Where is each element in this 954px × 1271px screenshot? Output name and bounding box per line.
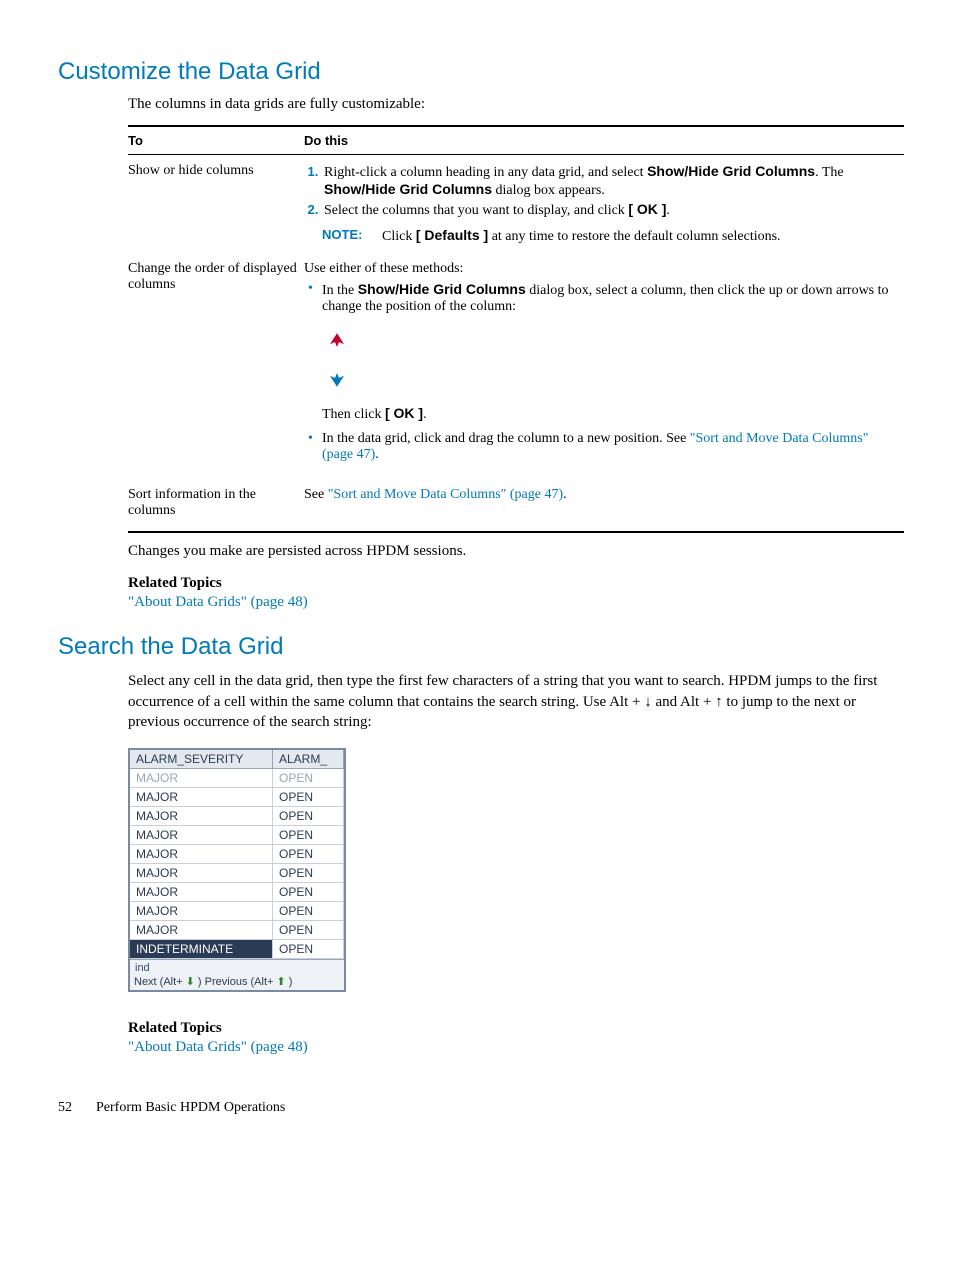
then-click: Then click [ OK ]. — [322, 405, 898, 423]
mini-cell-status: OPEN — [273, 883, 344, 902]
down-arrow-icon — [322, 365, 352, 395]
mini-cell-status: OPEN — [273, 940, 344, 959]
mini-cell-status: OPEN — [273, 769, 344, 788]
section-heading-customize: Customize the Data Grid — [58, 58, 904, 86]
customize-table: To Do this Show or hide columns Right-cl… — [128, 125, 904, 533]
mini-grid-row: INDETERMINATEOPEN — [130, 940, 344, 959]
lead-text: Use either of these methods: — [304, 261, 898, 277]
step-1: Right-click a column heading in any data… — [322, 163, 898, 199]
intro-text: The columns in data grids are fully cust… — [128, 96, 904, 113]
related-topics-heading: Related Topics — [128, 575, 904, 592]
td-to: Change the order of displayed columns — [128, 253, 304, 479]
section-heading-search: Search the Data Grid — [58, 633, 904, 661]
mini-cell-severity: INDETERMINATE — [130, 940, 273, 959]
th-do-this: Do this — [304, 126, 904, 155]
after-table-text: Changes you make are persisted across HP… — [128, 541, 904, 561]
mini-cell-severity: MAJOR — [130, 864, 273, 883]
mini-th-severity: ALARM_SEVERITY — [130, 750, 273, 769]
mini-grid-row: MAJOROPEN — [130, 769, 344, 788]
mini-grid-row: MAJOROPEN — [130, 788, 344, 807]
mini-grid-footer: ind Next (Alt+ ⬇ ) Previous (Alt+ ⬆ ) — [130, 959, 344, 990]
footer-title: Perform Basic HPDM Operations — [96, 1100, 285, 1115]
mini-cell-status: OPEN — [273, 807, 344, 826]
page-number: 52 — [58, 1100, 96, 1116]
mini-cell-severity: MAJOR — [130, 807, 273, 826]
up-arrow-icon: ⬆ — [276, 976, 285, 988]
note: NOTE:Click [ Defaults ] at any time to r… — [304, 227, 898, 245]
mini-cell-status: OPEN — [273, 788, 344, 807]
td-to: Sort information in the columns — [128, 479, 304, 532]
down-arrow-icon: ⬇ — [186, 976, 195, 988]
mini-grid-row: MAJOROPEN — [130, 807, 344, 826]
mini-cell-status: OPEN — [273, 845, 344, 864]
mini-cell-severity: MAJOR — [130, 921, 273, 940]
up-arrow-icon — [322, 325, 352, 355]
bullet-1: In the Show/Hide Grid Columns dialog box… — [322, 281, 898, 423]
mini-cell-status: OPEN — [273, 826, 344, 845]
related-topics-heading: Related Topics — [128, 1020, 904, 1037]
search-example-grid: ALARM_SEVERITY ALARM_ MAJOROPENMAJOROPEN… — [128, 748, 346, 992]
related-topics-link[interactable]: "About Data Grids" (page 48) — [128, 1039, 904, 1056]
mini-th-alarm: ALARM_ — [273, 750, 344, 769]
mini-grid-row: MAJOROPEN — [130, 921, 344, 940]
search-body-text: Select any cell in the data grid, then t… — [128, 671, 904, 732]
note-label: NOTE: — [322, 227, 382, 242]
mini-grid-row: MAJOROPEN — [130, 902, 344, 921]
page-footer: 52Perform Basic HPDM Operations — [58, 1100, 904, 1116]
mini-cell-severity: MAJOR — [130, 902, 273, 921]
step-2: Select the columns that you want to disp… — [322, 201, 898, 219]
sort-move-link[interactable]: "Sort and Move Data Columns" (page 47) — [328, 487, 563, 502]
td-do: Use either of these methods: In the Show… — [304, 253, 904, 479]
table-row: Show or hide columns Right-click a colum… — [128, 155, 904, 254]
mini-cell-status: OPEN — [273, 864, 344, 883]
mini-cell-severity: MAJOR — [130, 788, 273, 807]
mini-cell-severity: MAJOR — [130, 845, 273, 864]
mini-cell-severity: MAJOR — [130, 826, 273, 845]
mini-grid-row: MAJOROPEN — [130, 864, 344, 883]
mini-grid-row: MAJOROPEN — [130, 845, 344, 864]
mini-cell-status: OPEN — [273, 921, 344, 940]
mini-grid-row: MAJOROPEN — [130, 883, 344, 902]
table-row: Sort information in the columns See "Sor… — [128, 479, 904, 532]
mini-grid-row: MAJOROPEN — [130, 826, 344, 845]
mini-cell-severity: MAJOR — [130, 769, 273, 788]
search-typed-text: ind — [134, 962, 340, 975]
td-do: See "Sort and Move Data Columns" (page 4… — [304, 479, 904, 532]
table-row: Change the order of displayed columns Us… — [128, 253, 904, 479]
mini-cell-status: OPEN — [273, 902, 344, 921]
search-nav-hint: Next (Alt+ ⬇ ) Previous (Alt+ ⬆ ) — [134, 976, 292, 988]
related-topics-link[interactable]: "About Data Grids" (page 48) — [128, 594, 904, 611]
th-to: To — [128, 126, 304, 155]
td-to: Show or hide columns — [128, 155, 304, 254]
bullet-2: In the data grid, click and drag the col… — [322, 431, 898, 463]
td-do: Right-click a column heading in any data… — [304, 155, 904, 254]
mini-cell-severity: MAJOR — [130, 883, 273, 902]
